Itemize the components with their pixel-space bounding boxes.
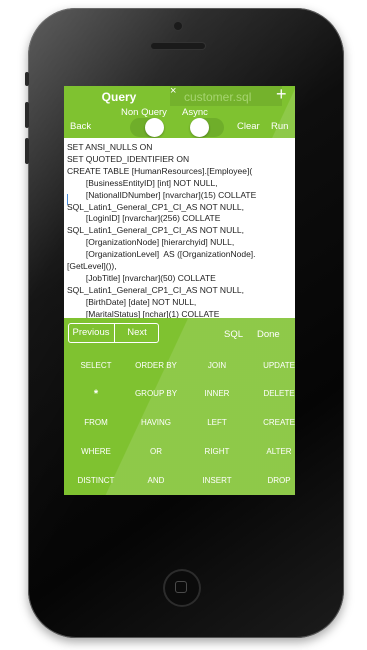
keyword-select[interactable]: SELECT	[68, 361, 124, 370]
non-query-toggle[interactable]	[130, 118, 164, 137]
page-title: Query	[101, 90, 137, 104]
keyword-join[interactable]: JOIN	[189, 361, 245, 370]
keyword-inner[interactable]: INNER	[189, 389, 245, 398]
keyword-order-by[interactable]: ORDER BY	[128, 361, 184, 370]
run-button[interactable]: Run	[271, 121, 288, 132]
sql-button[interactable]: SQL	[224, 329, 243, 340]
sql-editor[interactable]: SET ANSI_NULLS ON SET QUOTED_IDENTIFIER …	[64, 138, 295, 318]
keyword-left[interactable]: LEFT	[189, 418, 245, 427]
text-cursor	[67, 194, 68, 205]
volume-down-button	[25, 138, 29, 164]
back-button[interactable]: Back	[70, 121, 91, 132]
tab-filename[interactable]: customer.sql	[184, 90, 251, 104]
keyword-create[interactable]: CREATE	[251, 418, 295, 427]
keyword-delete[interactable]: DELETE	[251, 389, 295, 398]
keyword-update[interactable]: UPDATE	[251, 361, 295, 370]
async-label: Async	[182, 107, 208, 118]
keyword-insert[interactable]: INSERT	[189, 476, 245, 485]
keyboard-accessory-bar: Previous Next SQL Done	[64, 318, 295, 350]
keyword-asterisk[interactable]: *	[68, 388, 124, 400]
add-tab-icon[interactable]: +	[276, 86, 287, 105]
non-query-toggle-knob	[145, 118, 164, 137]
async-toggle[interactable]	[190, 118, 224, 137]
keyword-alter[interactable]: ALTER	[251, 447, 295, 456]
keyword-right[interactable]: RIGHT	[189, 447, 245, 456]
keyword-group-by[interactable]: GROUP BY	[128, 389, 184, 398]
non-query-label: Non Query	[121, 107, 167, 118]
next-button[interactable]: Next	[115, 323, 159, 343]
keyword-where[interactable]: WHERE	[68, 447, 124, 456]
keyword-distinct[interactable]: DISTINCT	[68, 476, 124, 485]
keyword-or[interactable]: OR	[128, 447, 184, 456]
close-tab-icon[interactable]: ×	[170, 86, 180, 98]
previous-button[interactable]: Previous	[68, 323, 114, 343]
sql-code[interactable]: SET ANSI_NULLS ON SET QUOTED_IDENTIFIER …	[64, 138, 295, 318]
earpiece-speaker	[151, 43, 205, 49]
navigation-bar: Query × customer.sql + Back Non Query As…	[64, 86, 295, 138]
keyword-from[interactable]: FROM	[68, 418, 124, 427]
home-button-icon	[175, 581, 187, 593]
keyword-and[interactable]: AND	[128, 476, 184, 485]
volume-up-button	[25, 102, 29, 128]
async-toggle-knob	[190, 118, 209, 137]
keyword-having[interactable]: HAVING	[128, 418, 184, 427]
keyword-drop[interactable]: DROP	[251, 476, 295, 485]
app-screen: Query × customer.sql + Back Non Query As…	[64, 86, 295, 495]
front-camera	[174, 22, 182, 30]
clear-button[interactable]: Clear	[237, 121, 260, 132]
mute-switch	[25, 72, 29, 86]
done-button[interactable]: Done	[257, 329, 280, 340]
